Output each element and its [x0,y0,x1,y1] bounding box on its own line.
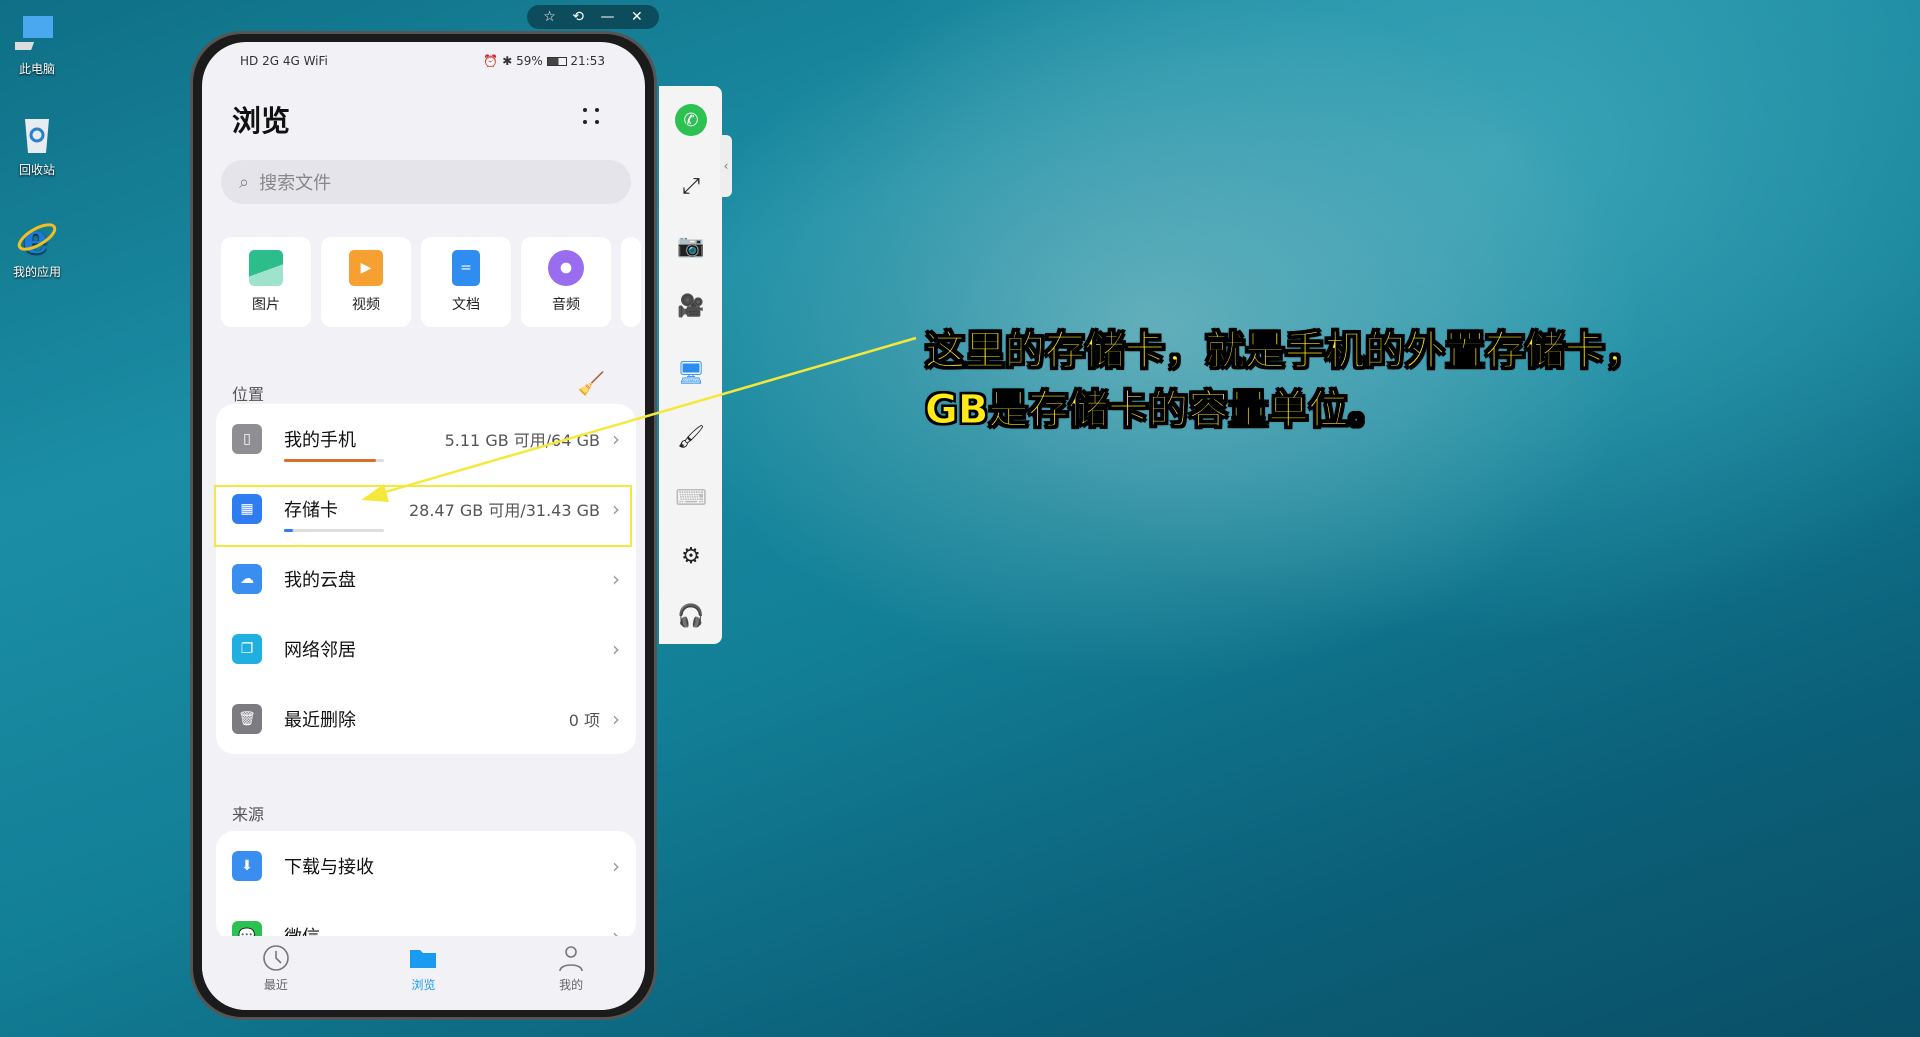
annotation-arrow [361,336,917,502]
annotation-line-2: GB是存储卡的容量单位。 [924,387,1389,434]
annotation-line-1: 这里的存储卡，就是手机的外置存储卡， [925,328,1646,375]
